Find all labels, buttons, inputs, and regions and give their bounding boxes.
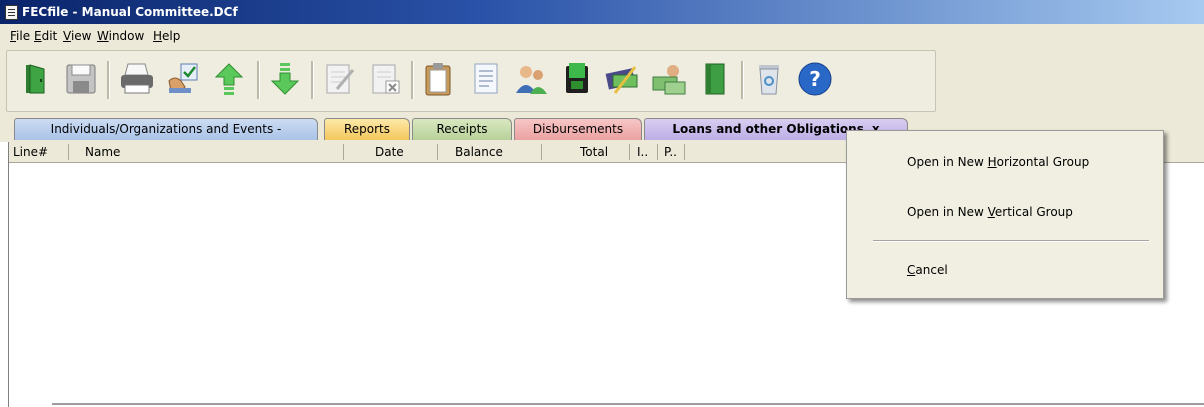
column-divider (437, 144, 438, 160)
column-header-line[interactable]: Line# (13, 145, 48, 159)
column-divider (629, 144, 630, 160)
edit-icon[interactable] (321, 61, 357, 97)
toolbar-panel: ? (6, 50, 936, 112)
title-bar: FECfile - Manual Committee.DCf (0, 0, 1204, 24)
upload-icon[interactable] (211, 61, 247, 97)
tab-disbursements[interactable]: Disbursements (514, 118, 642, 140)
clipboard-icon[interactable] (421, 61, 457, 97)
column-header-date[interactable]: Date (375, 145, 404, 159)
disbursement-icon[interactable] (605, 61, 641, 97)
menu-view[interactable]: View (63, 29, 91, 43)
tab-label: Disbursements (532, 122, 624, 136)
tab-receipts[interactable]: Receipts (412, 118, 512, 140)
menu-edit[interactable]: Edit (34, 29, 57, 43)
exit-door-icon[interactable] (17, 61, 53, 97)
tab-label: Reports (343, 122, 391, 136)
validate-icon[interactable] (165, 61, 201, 97)
column-divider (657, 144, 658, 160)
download-icon[interactable] (267, 61, 303, 97)
open-new-vertical-group-item[interactable]: Open in New Vertical Group (907, 205, 1073, 219)
recycle-bin-icon[interactable] (751, 61, 787, 97)
toolbar-separator (311, 61, 314, 99)
column-divider (684, 144, 685, 160)
toolbar-separator (741, 61, 744, 99)
cancel-menu-item[interactable]: Cancel (907, 263, 948, 277)
tab-label: Loans and other Obligations (672, 122, 864, 136)
document-icon[interactable] (467, 61, 503, 97)
column-header-balance[interactable]: Balance (455, 145, 503, 159)
tab-label: Individuals/Organizations and Events - (50, 122, 282, 136)
column-divider (343, 144, 344, 160)
report-book-icon[interactable] (697, 61, 733, 97)
fecfile-app-icon (5, 5, 18, 20)
fecfile-window: FECfile - Manual Committee.DCf File Edit… (0, 0, 1204, 407)
tab-individuals-organizations-events[interactable]: Individuals/Organizations and Events - (14, 118, 318, 140)
toolbar-separator (107, 61, 110, 99)
tab-reports[interactable]: Reports (324, 118, 410, 140)
tab-context-menu: Open in New Horizontal Group Open in New… (846, 130, 1164, 299)
menu-bar: File Edit View Window Help (0, 24, 1204, 46)
column-divider (68, 144, 69, 160)
help-icon[interactable]: ? (797, 61, 833, 97)
column-divider (541, 144, 542, 160)
grid-bottom-border (52, 403, 1204, 405)
open-new-horizontal-group-item[interactable]: Open in New Horizontal Group (907, 155, 1089, 169)
loan-icon[interactable] (651, 61, 687, 97)
svg-text:?: ? (809, 67, 821, 91)
menu-separator (873, 240, 1149, 242)
menu-help[interactable]: Help (153, 29, 180, 43)
menu-file[interactable]: File (10, 29, 30, 43)
contacts-icon[interactable] (513, 61, 549, 97)
tab-label: Receipts (436, 122, 488, 136)
column-header-name[interactable]: Name (85, 145, 120, 159)
toolbar: ? (0, 46, 1204, 115)
receipt-icon[interactable] (559, 61, 595, 97)
column-header-total[interactable]: Total (580, 145, 608, 159)
save-icon[interactable] (63, 61, 99, 97)
menu-window[interactable]: Window (97, 29, 144, 43)
window-title: FECfile - Manual Committee.DCf (22, 5, 238, 19)
delete-icon[interactable] (367, 61, 403, 97)
toolbar-separator (257, 61, 260, 99)
toolbar-separator (411, 61, 414, 99)
column-header-i[interactable]: I.. (637, 145, 648, 159)
print-icon[interactable] (119, 61, 155, 97)
column-header-p[interactable]: P.. (664, 145, 677, 159)
